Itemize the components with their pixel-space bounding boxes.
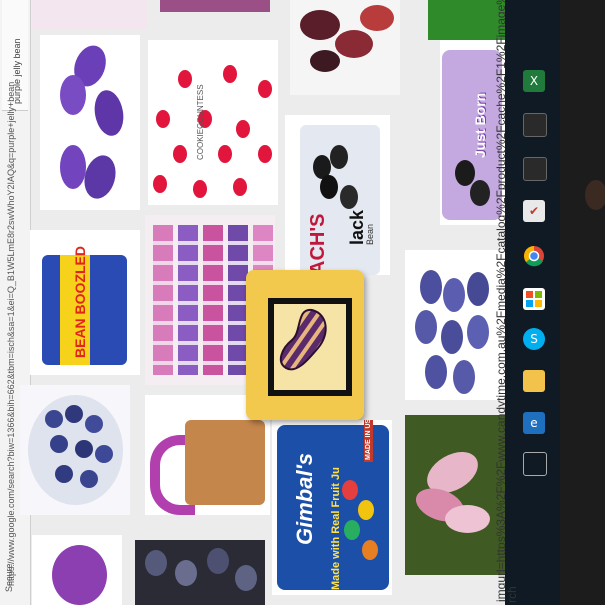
skype-icon[interactable]: S [523, 328, 545, 350]
image-result[interactable] [290, 0, 400, 95]
image-result[interactable] [20, 385, 130, 515]
windows-taskbar: X ✔ S e [505, 0, 560, 605]
monitor-edge [585, 180, 605, 210]
image-result[interactable] [32, 0, 147, 30]
brachs-sub: Bean [365, 223, 375, 245]
watermark: COOKIECOUNTESS [196, 84, 205, 160]
address-text: https://www.google.com/search?biw=1366&b… [6, 81, 16, 586]
file-explorer-icon[interactable] [523, 370, 545, 392]
app-icon[interactable] [523, 113, 547, 137]
image-result[interactable] [405, 415, 505, 575]
edge-icon[interactable]: e [523, 412, 545, 434]
chrome-icon[interactable] [523, 245, 545, 267]
store-icon[interactable] [523, 288, 545, 310]
app-icon[interactable] [523, 157, 547, 181]
jelly-bean-icon [279, 308, 327, 371]
image-result[interactable] [32, 535, 122, 605]
secure-label: Secure [4, 563, 14, 592]
jelly-bean-sticker [246, 270, 364, 420]
gimbals-badge: MADE IN USA [364, 420, 373, 462]
excel-icon[interactable]: X [523, 70, 545, 92]
image-result[interactable] [160, 0, 270, 12]
gimbals-tagline: Made with Real Fruit Ju [330, 467, 342, 590]
image-result[interactable] [135, 540, 265, 605]
image-result[interactable] [40, 35, 140, 210]
brachs-brand: ACH'S [307, 213, 329, 275]
address-bar[interactable]: https://www.google.com/search?biw=1366&b… [6, 82, 24, 590]
image-result[interactable]: ACH'S lack Bean [285, 115, 390, 275]
status-fragment-wrap: rch [505, 583, 519, 603]
image-result[interactable]: BEAN BOOZLED [30, 230, 140, 375]
screen: purple jelly bean https://www.google.com… [0, 0, 560, 605]
app-icon[interactable]: ✔ [523, 200, 545, 222]
gimbals-brand: Gimbal's [292, 452, 317, 545]
justborn-brand: Just Born [472, 92, 488, 158]
status-fragment: rch [505, 586, 519, 603]
bamboozled-brand: BEAN BOOZLED [72, 246, 88, 358]
camera-icon[interactable] [523, 452, 547, 476]
image-result[interactable]: Gimbal's Made with Real Fruit Ju MADE IN… [272, 420, 392, 595]
image-result[interactable] [405, 250, 505, 400]
image-result[interactable]: COOKIECOUNTESS [148, 40, 278, 205]
sticker-frame [268, 298, 352, 396]
